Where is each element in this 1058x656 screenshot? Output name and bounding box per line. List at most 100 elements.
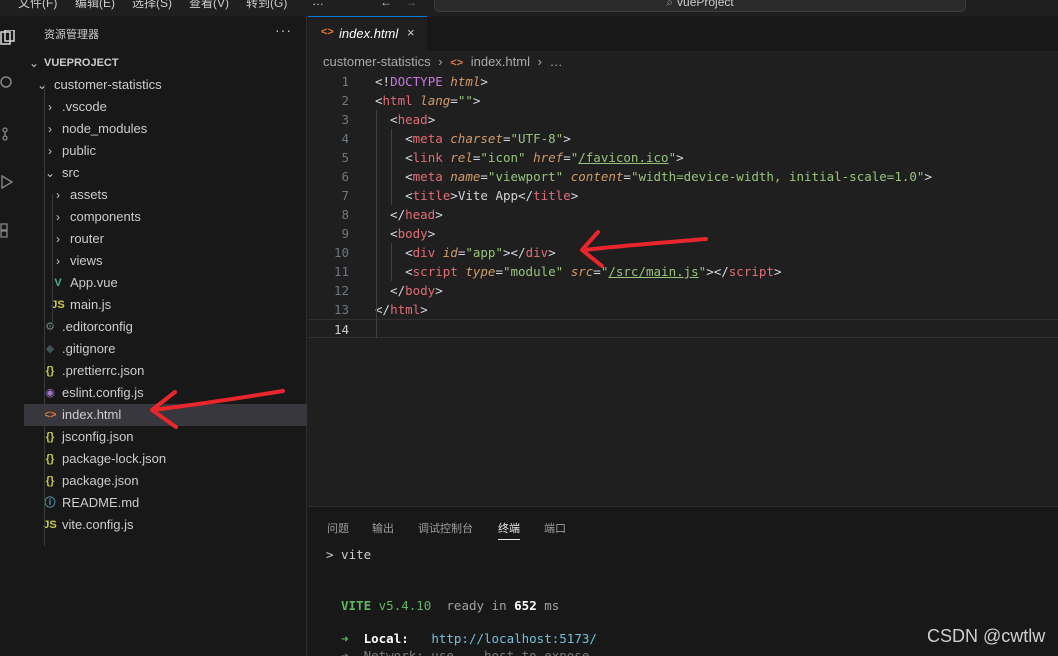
code-token: < — [375, 226, 398, 241]
tab-problems[interactable]: 问题 — [327, 520, 349, 536]
code-line[interactable]: 10 <div id="app"></div> — [308, 243, 1058, 262]
code-token: > — [773, 264, 782, 279]
tree-item[interactable]: ⌄ src — [24, 162, 307, 184]
tree-item-label: customer-statistics — [54, 77, 162, 92]
tree-item-label: App.vue — [70, 275, 118, 290]
tree-item[interactable]: ⓘ README.md — [24, 492, 307, 514]
vue-icon: V — [54, 277, 62, 289]
code-line[interactable]: 12 </body> — [308, 281, 1058, 300]
code-line[interactable]: 3 <head> — [308, 110, 1058, 129]
code-line[interactable]: 1 <!DOCTYPE html> — [308, 72, 1058, 91]
code-token: > — [427, 226, 436, 241]
breadcrumb-file[interactable]: index.html — [471, 54, 530, 69]
code-line[interactable]: 14 — [308, 319, 1058, 338]
tab-debug-console[interactable]: 调试控制台 — [418, 520, 473, 536]
tab-ports[interactable]: 端口 — [544, 520, 566, 536]
forward-arrow-icon[interactable]: → — [405, 0, 417, 9]
code-line[interactable]: 6 <meta name="viewport" content="width=d… — [308, 167, 1058, 186]
vite-version: v5.4.10 — [378, 598, 432, 613]
local-url-link[interactable]: http://localhost:5173/ — [431, 631, 597, 646]
code-token: < — [375, 188, 413, 203]
tree-item[interactable]: {} package.json — [24, 470, 307, 492]
tree-item[interactable]: › views — [24, 250, 307, 272]
chevron-right-icon: › — [438, 54, 443, 69]
indent-guide — [44, 84, 45, 546]
code-text: <!DOCTYPE html> — [375, 72, 488, 91]
code-token: < — [375, 169, 413, 184]
code-token: </ — [518, 188, 534, 203]
code-line[interactable]: 5 <link rel="icon" href="/favicon.ico"> — [308, 148, 1058, 167]
source-control-icon[interactable] — [0, 126, 16, 142]
breadcrumb-symbol[interactable]: … — [550, 54, 563, 69]
code-token: type — [465, 264, 496, 279]
tree-item[interactable]: JS vite.config.js — [24, 514, 307, 536]
json-icon: {} — [45, 365, 55, 377]
code-line[interactable]: 8 </head> — [308, 205, 1058, 224]
code-token: head — [397, 112, 428, 127]
menu-goto[interactable]: 转到(G) — [246, 0, 287, 11]
code-text: <body> — [375, 224, 435, 243]
tab-output[interactable]: 输出 — [372, 520, 394, 536]
line-number: 7 — [341, 188, 349, 203]
tree-item[interactable]: › router — [24, 228, 307, 250]
json-icon: {} — [45, 453, 55, 465]
command-center-search[interactable]: ⌕ vueProject — [434, 0, 966, 12]
code-token: title — [412, 188, 451, 203]
tab-label: index.html — [339, 26, 399, 41]
tree-item[interactable]: V App.vue — [24, 272, 307, 294]
menu-view[interactable]: 查看(V) — [189, 0, 229, 11]
tree-item[interactable]: › .vscode — [24, 96, 307, 118]
code-text: <head> — [375, 110, 435, 129]
back-arrow-icon[interactable]: ← — [380, 0, 392, 9]
code-token: content — [570, 169, 624, 184]
tree-item[interactable]: JS main.js — [24, 294, 307, 316]
code-line[interactable]: 4 <meta charset="UTF-8"> — [308, 129, 1058, 148]
code-line[interactable]: 7 <title>Vite App</title> — [308, 186, 1058, 205]
search-view-icon[interactable] — [0, 76, 16, 92]
close-icon[interactable]: × — [407, 25, 415, 40]
tree-item-label: index.html — [62, 407, 122, 422]
code-token: < — [375, 264, 413, 279]
tree-item[interactable]: › node_modules — [24, 118, 307, 140]
tree-item[interactable]: › public — [24, 140, 307, 162]
line-number: 11 — [333, 264, 349, 279]
tree-item[interactable]: ⌄ customer-statistics — [24, 74, 307, 96]
tab-terminal[interactable]: 终端 — [498, 520, 520, 540]
tree-item[interactable]: › components — [24, 206, 307, 228]
tree-item[interactable]: ⚙ .editorconfig — [24, 316, 307, 338]
tree-item[interactable]: {} .prettierrc.json — [24, 360, 307, 382]
menu-selection[interactable]: 选择(S) — [132, 0, 172, 11]
code-token: > — [548, 245, 556, 260]
workspace-root[interactable]: ⌄ VUEPROJECT — [24, 52, 307, 74]
ms-unit: ms — [544, 598, 560, 613]
tree-item[interactable]: › assets — [24, 184, 307, 206]
tree-item[interactable]: ◆ .gitignore — [24, 338, 307, 360]
breadcrumb-folder[interactable]: customer-statistics — [323, 54, 431, 69]
code-token: > — [435, 283, 443, 298]
code-line[interactable]: 2 <html lang=""> — [308, 91, 1058, 110]
tab-index-html[interactable]: <> index.html × — [308, 16, 427, 51]
code-token: > — [435, 207, 443, 222]
tree-item-label: src — [62, 165, 80, 180]
code-token: > — [420, 302, 428, 317]
code-line[interactable]: 13 </html> — [308, 300, 1058, 319]
more-actions-icon[interactable]: ··· — [275, 22, 292, 38]
menu-edit[interactable]: 编辑(E) — [75, 0, 115, 11]
tree-item[interactable]: <> index.html — [24, 404, 307, 426]
tree-item[interactable]: {} package-lock.json — [24, 448, 307, 470]
code-text: </head> — [375, 205, 443, 224]
tree-item-label: .gitignore — [62, 341, 116, 356]
tree-item-label: .vscode — [62, 99, 107, 114]
tree-item[interactable]: {} jsconfig.json — [24, 426, 307, 448]
code-line[interactable]: 9 <body> — [308, 224, 1058, 243]
tree-item-label: package-lock.json — [62, 451, 167, 466]
extensions-icon[interactable] — [0, 222, 16, 238]
menu-more[interactable]: … — [312, 0, 324, 8]
code-line[interactable]: 11 <script type="module" src="/src/main.… — [308, 262, 1058, 281]
tree-item[interactable]: ◉ eslint.config.js — [24, 382, 307, 404]
explorer-icon[interactable] — [0, 30, 16, 46]
run-debug-icon[interactable] — [0, 174, 16, 190]
code-token: = — [450, 93, 458, 108]
menu-file[interactable]: 文件(F) — [18, 0, 57, 11]
tree-item-label: router — [70, 231, 104, 246]
